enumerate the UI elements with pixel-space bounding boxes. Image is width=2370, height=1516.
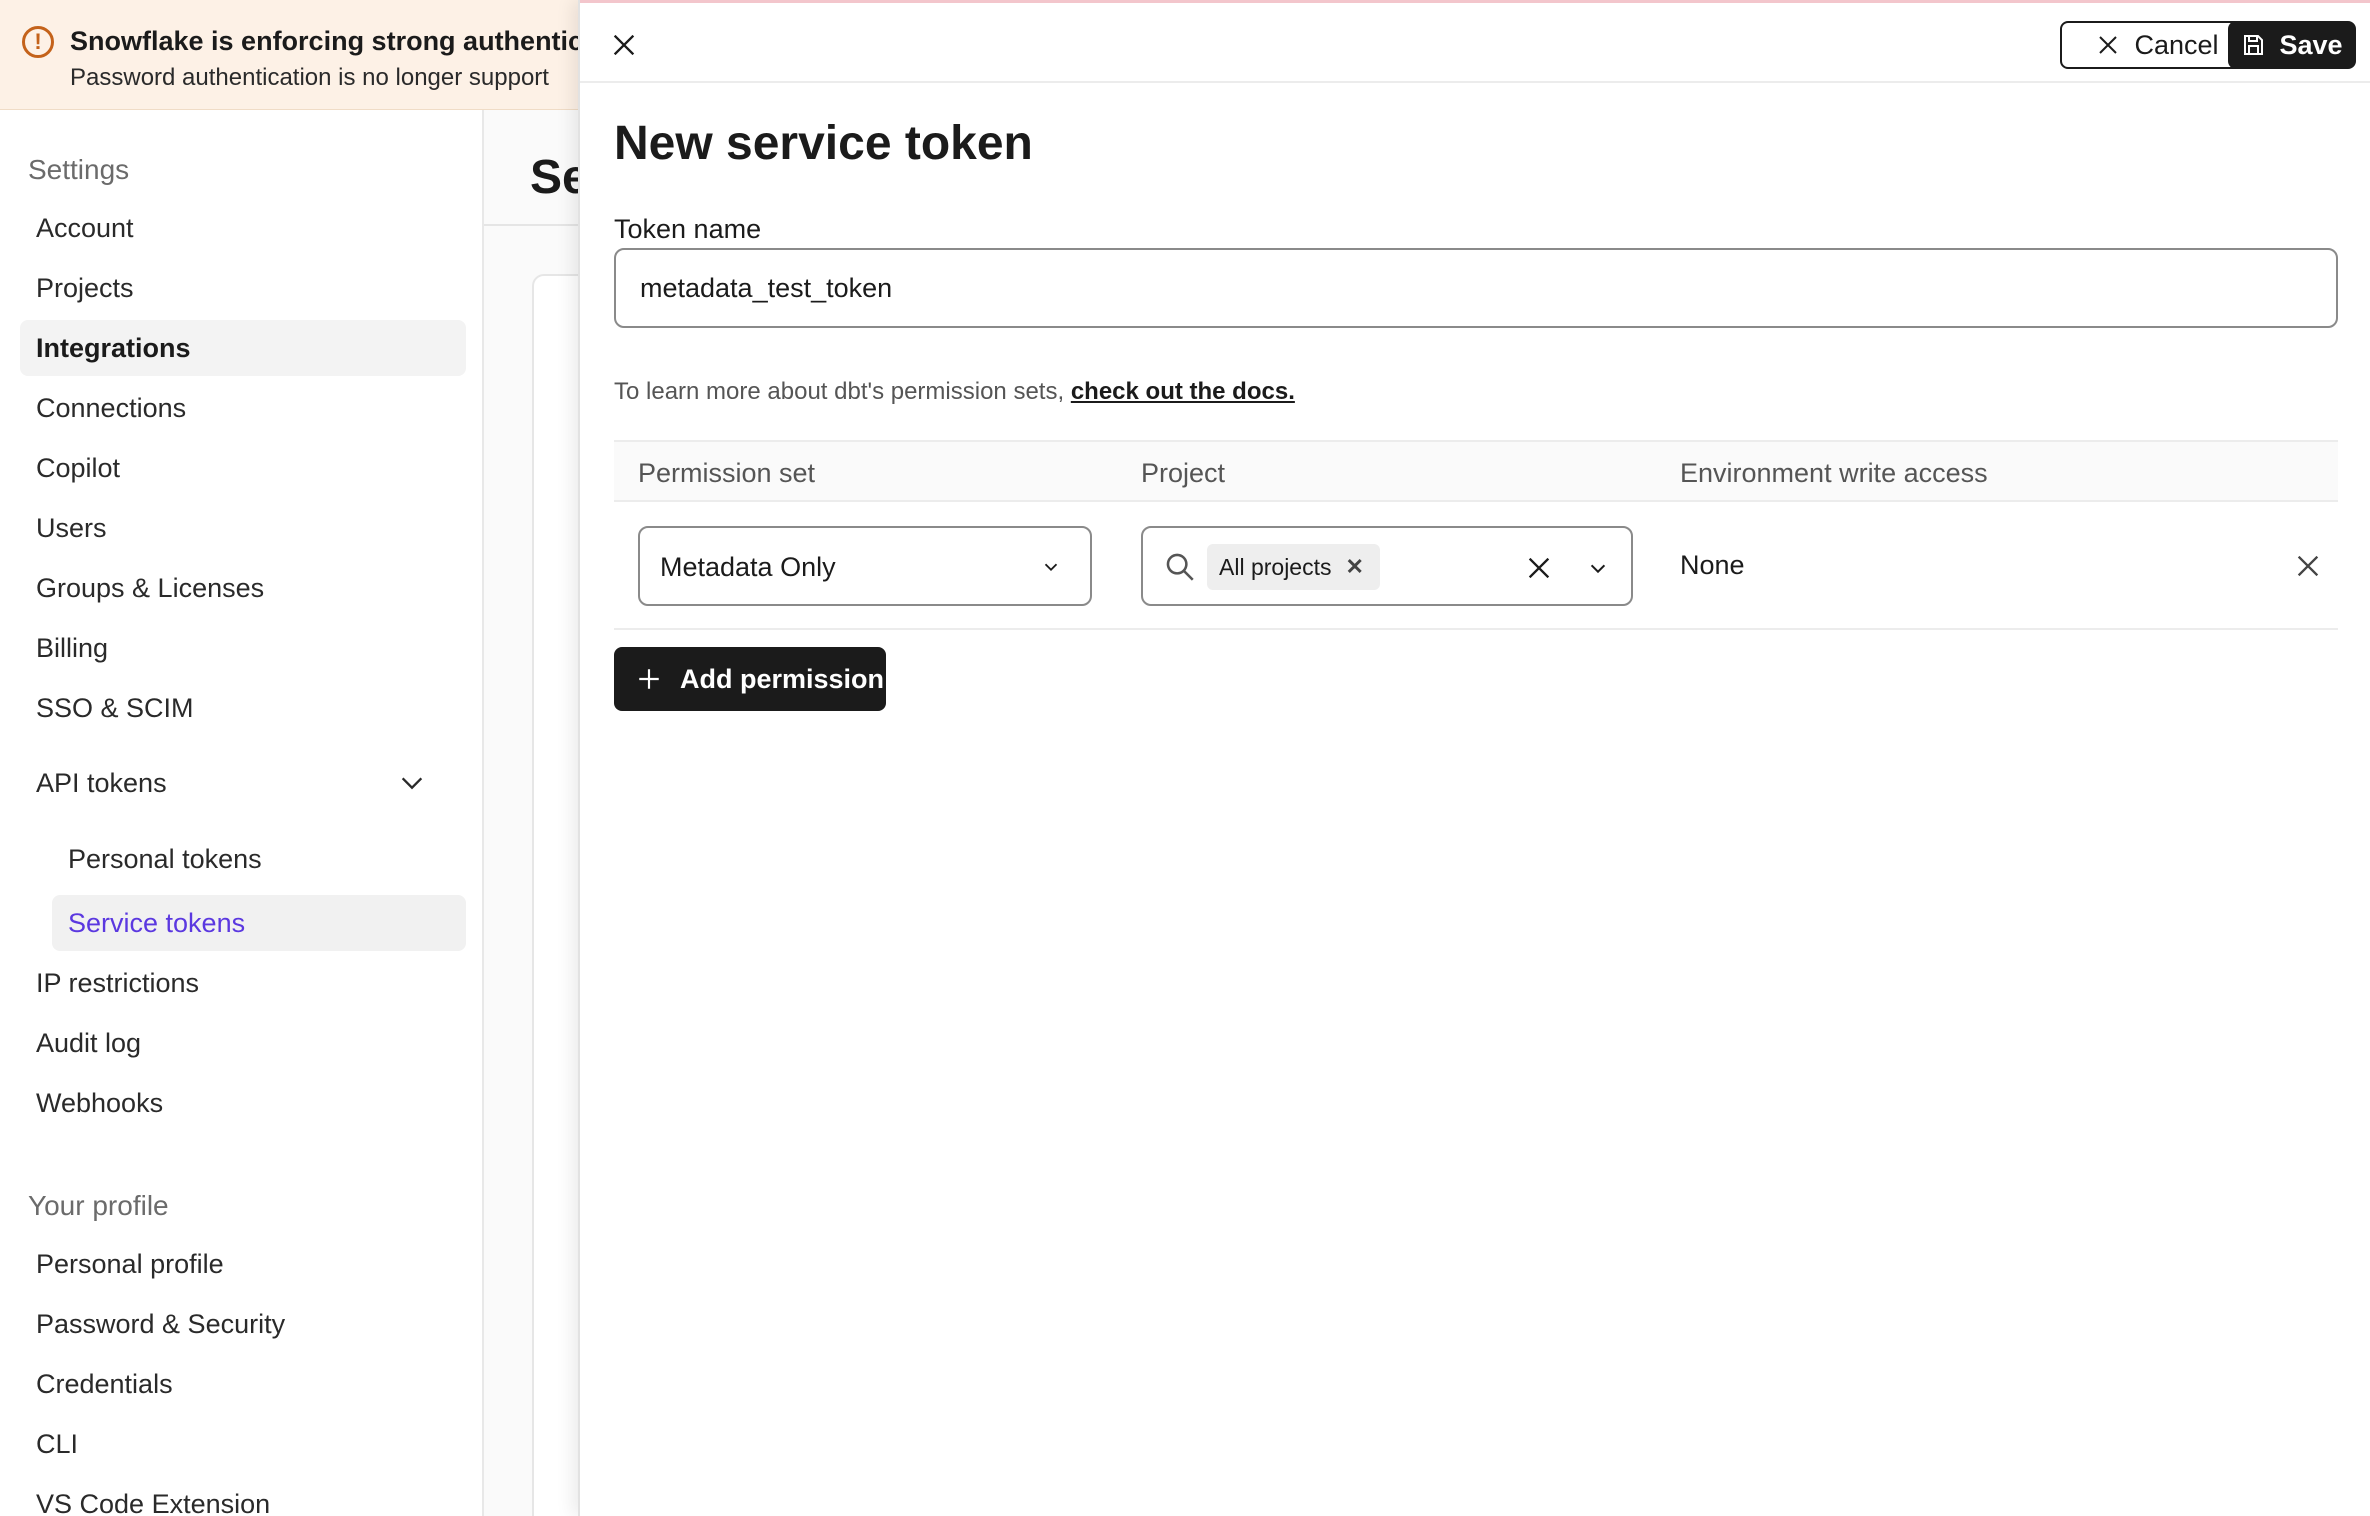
column-header-permission-set: Permission set [638,458,816,488]
sidebar-item-credentials[interactable]: Credentials [20,1356,466,1412]
new-service-token-drawer: Cancel Save New service token Token name… [578,0,2370,1516]
remove-row-icon[interactable] [2294,552,2322,580]
docs-hint: To learn more about dbt's permission set… [614,378,1295,406]
docs-text: To learn more about dbt's permission set… [614,378,1065,405]
sidebar-item-audit-log[interactable]: Audit log [20,1015,466,1071]
warning-icon: ! [22,26,54,58]
project-chip: All projects ✕ [1207,544,1380,590]
sidebar-item-connections[interactable]: Connections [20,380,466,436]
project-select[interactable]: All projects ✕ [1141,526,1633,606]
sidebar-item-copilot[interactable]: Copilot [20,440,466,496]
token-name-input[interactable] [614,248,2338,328]
sidebar-item-label: API tokens [36,768,167,798]
column-header-project: Project [1141,458,1226,488]
permission-set-select[interactable]: Metadata Only [638,526,1092,606]
project-chip-label: All projects [1219,553,1332,580]
chevron-down-icon [401,777,423,790]
docs-link[interactable]: check out the docs. [1071,378,1295,405]
token-name-label: Token name [614,214,762,244]
sidebar-item-billing[interactable]: Billing [20,620,466,676]
table-header: Permission set Project Environment write… [614,440,2338,502]
sidebar-heading-profile: Your profile [28,1190,169,1221]
chevron-down-icon [1044,563,1058,572]
banner-subtitle: Password authentication is no longer sup… [70,64,549,91]
clear-icon[interactable] [1525,554,1553,582]
cancel-label: Cancel [2134,29,2219,60]
sidebar-item-webhooks[interactable]: Webhooks [20,1075,466,1131]
chevron-down-icon[interactable] [1587,558,1609,580]
sidebar-subitem-service-tokens[interactable]: Service tokens [52,895,466,951]
search-icon [1166,553,1194,581]
close-icon[interactable] [610,31,638,59]
sidebar-item-projects[interactable]: Projects [20,260,466,316]
table-row: Metadata Only All projects ✕ None [614,502,2338,630]
sidebar-heading-settings: Settings [28,154,130,185]
save-label: Save [2279,29,2343,60]
sidebar-item-users[interactable]: Users [20,500,466,556]
sidebar-item-groups-licenses[interactable]: Groups & Licenses [20,560,466,616]
settings-sidebar: Settings Account Projects Integrations C… [0,110,484,1516]
save-button[interactable]: Save [2228,21,2356,69]
sidebar-item-ip-restrictions[interactable]: IP restrictions [20,955,466,1011]
sidebar-item-personal-profile[interactable]: Personal profile [20,1236,466,1292]
plus-icon [639,669,659,689]
permission-set-value: Metadata Only [660,552,836,582]
environment-write-access-value: None [1680,550,1745,580]
column-header-environment-write-access: Environment write access [1680,458,1988,488]
add-permission-button[interactable]: Add permission [614,647,886,711]
drawer-title: New service token [614,117,1033,170]
sidebar-item-integrations[interactable]: Integrations [20,320,466,376]
sidebar-item-vscode-extension[interactable]: VS Code Extension [20,1476,466,1516]
banner-title: Snowflake is enforcing strong authentica… [70,26,608,56]
close-icon [2099,36,2118,54]
sidebar-item-cli[interactable]: CLI [20,1416,466,1472]
sidebar-subitem-personal-tokens[interactable]: Personal tokens [52,831,466,887]
save-icon [2244,35,2264,55]
sidebar-item-account[interactable]: Account [20,200,466,256]
add-permission-label: Add permission [680,663,885,694]
sidebar-item-sso-scim[interactable]: SSO & SCIM [20,680,466,736]
chip-remove-icon[interactable]: ✕ [1345,554,1363,580]
cancel-button[interactable]: Cancel [2060,21,2255,69]
sidebar-item-api-tokens[interactable]: API tokens [20,755,466,811]
permissions-table: Permission set Project Environment write… [614,440,2338,630]
drawer-header: Cancel Save [580,3,2370,83]
sidebar-item-password-security[interactable]: Password & Security [20,1296,466,1352]
